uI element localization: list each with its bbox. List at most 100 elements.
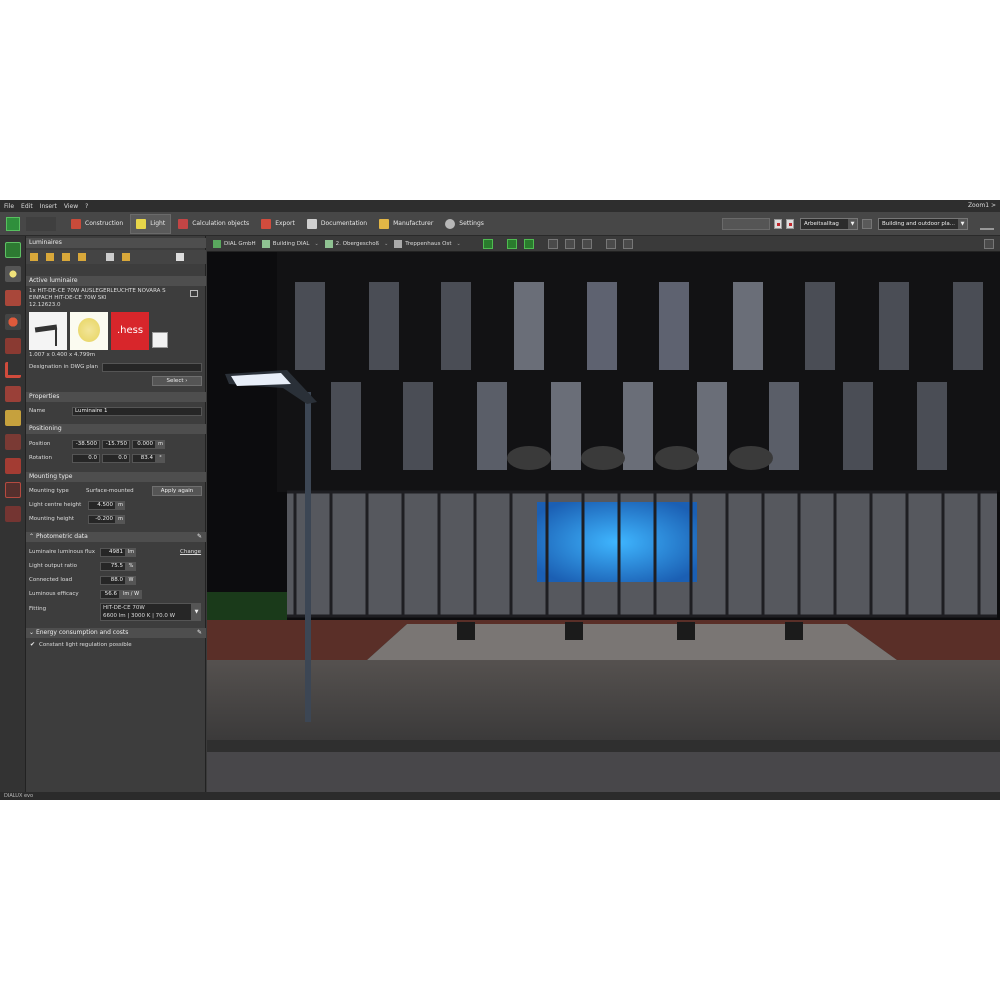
light-distribution-image xyxy=(70,312,108,350)
crosshair-icon[interactable] xyxy=(605,238,616,249)
tab-settings[interactable]: Settings xyxy=(440,214,489,234)
tool-icon-5[interactable] xyxy=(5,338,21,354)
scene-toggle[interactable] xyxy=(722,218,770,230)
profile-icon[interactable] xyxy=(862,219,872,229)
crumb-building[interactable]: Building DIAL ⌄ xyxy=(261,239,319,248)
view-3d-icon[interactable] xyxy=(506,238,517,249)
light-scene-red-icon[interactable] xyxy=(774,219,782,229)
tab-light[interactable]: Light xyxy=(130,213,172,234)
tab-label: Documentation xyxy=(320,220,368,227)
schedule-select[interactable]: Arbeitsalltag ▼ xyxy=(800,218,858,230)
undo-redo-group[interactable] xyxy=(26,216,56,231)
document-icon xyxy=(306,218,317,229)
tab-label: Manufacturer xyxy=(393,220,434,227)
fitting-label: Fitting xyxy=(29,606,47,612)
sphere-icon[interactable] xyxy=(5,314,21,330)
designation-input[interactable] xyxy=(102,363,202,372)
luminaire-drawing-image xyxy=(29,312,67,350)
bulb-icon[interactable] xyxy=(5,266,21,282)
export-icon xyxy=(261,218,272,229)
tab-export[interactable]: Export xyxy=(256,214,300,234)
load-input[interactable]: 88.0 xyxy=(100,576,126,585)
calculation-icon xyxy=(178,218,189,229)
checkbox-checked-icon[interactable]: ✔ xyxy=(30,642,36,648)
tab-calculation-objects[interactable]: Calculation objects xyxy=(173,214,254,234)
view-floor-icon[interactable] xyxy=(523,238,534,249)
position-y-input[interactable]: -15.750 xyxy=(102,440,130,449)
chevron-down-icon[interactable]: ▼ xyxy=(192,603,201,621)
pin-icon[interactable]: ✎ xyxy=(197,628,202,638)
arrange-circle-icon[interactable] xyxy=(78,253,86,261)
tab-construction[interactable]: Construction xyxy=(66,214,128,234)
apply-again-button[interactable]: Apply again xyxy=(152,486,202,496)
flux-input[interactable]: 4981 xyxy=(100,548,126,557)
refresh-icon[interactable] xyxy=(622,238,633,249)
menu-view[interactable]: View xyxy=(64,203,78,210)
crumb-room[interactable]: Treppenhaus Ost ⌄ xyxy=(394,239,461,248)
crumb-label: Treppenhaus Ost xyxy=(405,240,452,247)
lor-label: Light output ratio xyxy=(29,563,78,569)
menu-file[interactable]: File xyxy=(4,203,14,210)
crumb-company[interactable]: DIAL GmbH xyxy=(213,239,256,248)
layers-icon[interactable] xyxy=(5,410,21,426)
menu-edit[interactable]: Edit xyxy=(21,203,33,210)
chevron-down-icon: ▼ xyxy=(848,219,857,229)
menu-help[interactable]: ? xyxy=(85,203,88,210)
arrange-icon[interactable] xyxy=(30,253,38,261)
change-link[interactable]: Change xyxy=(180,549,201,555)
copy-icon[interactable] xyxy=(190,290,198,297)
select-button[interactable]: Select › xyxy=(152,376,202,386)
wrench-icon[interactable] xyxy=(5,386,21,402)
3d-viewport[interactable] xyxy=(207,252,1000,792)
fitting-line1: HIT-DE-CE 70W xyxy=(103,605,145,611)
mounting-height-input[interactable]: -0.200 xyxy=(88,515,116,524)
photometric-header[interactable]: ⌃ Photometric data ✎ xyxy=(26,532,206,542)
fitting-select[interactable]: HIT-DE-CE 70W 6600 lm | 3000 K | 70.0 W xyxy=(100,603,192,621)
light-centre-height-input[interactable]: 4.500 xyxy=(88,501,116,510)
light-scene-red-icon-2[interactable] xyxy=(786,219,794,229)
position-z-input[interactable]: 0.000 xyxy=(132,440,156,449)
zoom-label[interactable]: Zoom1 > xyxy=(968,202,996,209)
frame-icon[interactable] xyxy=(5,482,21,498)
luminaire-dimensions: 1.007 x 0.400 x 4.799m xyxy=(29,352,96,358)
fit-view-icon[interactable] xyxy=(547,238,558,249)
tab-documentation[interactable]: Documentation xyxy=(302,214,372,234)
tool-icon-12[interactable] xyxy=(5,506,21,522)
mounting-header: Mounting type xyxy=(26,472,206,482)
save-icon[interactable] xyxy=(6,216,20,231)
efficacy-input[interactable]: 56.6 xyxy=(100,590,120,599)
rotation-z-input[interactable]: 83.4 xyxy=(132,454,156,463)
tool-icon-10[interactable] xyxy=(5,458,21,474)
pin-icon[interactable]: ✎ xyxy=(197,532,202,542)
status-bar: DIALUX evo xyxy=(0,792,1000,800)
name-input[interactable]: Luminaire 1 xyxy=(72,407,202,416)
lch-unit: m xyxy=(116,501,125,510)
tool-icon-9[interactable] xyxy=(5,434,21,450)
tab-manufacturer[interactable]: Manufacturer xyxy=(374,214,438,234)
active-luminaire-header: Active luminaire xyxy=(26,276,206,286)
corner-icon[interactable] xyxy=(5,362,21,378)
rotation-x-input[interactable]: 0.0 xyxy=(72,454,100,463)
position-x-input[interactable]: -38.500 xyxy=(72,440,100,449)
luminaire-tool-icon[interactable] xyxy=(5,242,21,258)
profile-select[interactable]: Building and outdoor pla... ▼ xyxy=(878,218,968,230)
single-icon[interactable] xyxy=(106,253,114,261)
lor-input[interactable]: 75.5 xyxy=(100,562,126,571)
mounting-height-label: Mounting height xyxy=(29,516,75,522)
crumb-floor[interactable]: 2. Obergeschoß ⌄ xyxy=(324,239,388,248)
height-icon[interactable] xyxy=(581,238,592,249)
menu-insert[interactable]: Insert xyxy=(40,203,57,210)
tool-icon-3[interactable] xyxy=(5,290,21,306)
energy-header[interactable]: ⌄ Energy consumption and costs ✎ xyxy=(26,628,206,638)
document-icon[interactable] xyxy=(176,253,184,261)
view-mode-icon[interactable] xyxy=(482,238,493,249)
chevron-down-icon: ▼ xyxy=(958,219,967,229)
link-icon[interactable] xyxy=(152,332,168,348)
measure-icon[interactable] xyxy=(564,238,575,249)
ruler-icon[interactable] xyxy=(980,218,994,230)
arrange-line-icon[interactable] xyxy=(46,253,54,261)
arrange-field-icon[interactable] xyxy=(62,253,70,261)
monitor-icon[interactable] xyxy=(984,238,994,249)
rotation-y-input[interactable]: 0.0 xyxy=(102,454,130,463)
pen-icon[interactable] xyxy=(122,253,130,261)
